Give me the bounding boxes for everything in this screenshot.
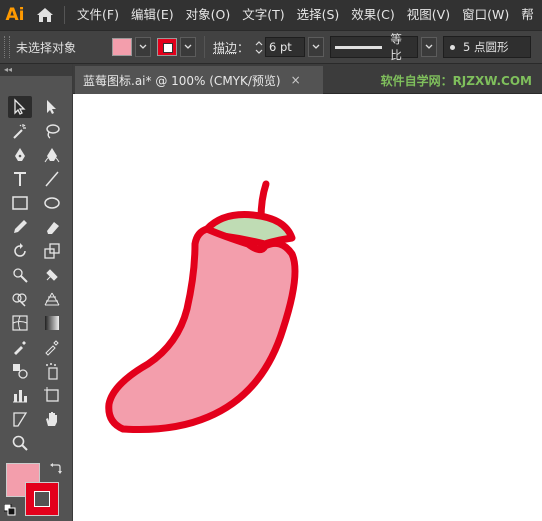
document-tab-bar: 蓝莓图标.ai* @ 100% (CMYK/预览) × 软件自学网：RJZXW.… [73, 64, 542, 94]
menu-separator [64, 6, 65, 24]
chevron-down-icon [425, 44, 433, 49]
swap-colors-icon[interactable] [48, 462, 62, 476]
app-logo: Ai [5, 5, 25, 25]
symbol-sprayer-icon[interactable] [40, 360, 64, 382]
document-title: 蓝莓图标.ai* @ 100% (CMYK/预览) [83, 73, 281, 88]
stroke-weight-field[interactable]: 6 pt [265, 37, 306, 57]
lasso-icon[interactable] [40, 120, 64, 142]
variable-width-profile-select[interactable]: 等比 [330, 32, 419, 62]
home-icon[interactable] [30, 0, 60, 30]
stroke-label[interactable]: 描边 [213, 39, 237, 56]
menu-bar: Ai 文件(F) 编辑(E) 对象(O) 文字(T) 选择(S) 效果(C) 视… [0, 0, 542, 30]
pen-tool-icon[interactable] [8, 144, 32, 166]
profile-dropdown-button[interactable] [421, 37, 438, 57]
fill-swatch[interactable] [112, 38, 132, 56]
perspective-grid-icon[interactable] [40, 288, 64, 310]
chili-body [105, 225, 299, 433]
control-separator [204, 36, 205, 58]
chevron-down-icon [139, 44, 147, 49]
eraser-tool-icon[interactable] [40, 216, 64, 238]
menu-help[interactable]: 帮 [515, 0, 540, 30]
artboard-canvas[interactable] [73, 94, 542, 521]
menu-file[interactable]: 文件(F) [71, 0, 125, 30]
gradient-tool-icon[interactable] [40, 312, 64, 334]
hand-tool-icon[interactable] [40, 408, 64, 430]
measure-tool-icon[interactable] [40, 336, 64, 358]
profile-line-preview [335, 45, 383, 49]
chili-pepper-artwork[interactable] [73, 94, 542, 521]
stroke-label-colon: ： [237, 40, 250, 55]
watermark-text: 软件自学网：RJZXW.COM [380, 74, 532, 88]
mesh-tool-icon[interactable] [8, 312, 32, 334]
puppet-warp-icon[interactable] [40, 264, 64, 286]
brush-definition-select[interactable]: 5 点圆形 [443, 36, 532, 58]
chevron-down-icon[interactable] [255, 49, 263, 54]
close-tab-icon[interactable]: × [291, 73, 301, 87]
eyedropper-icon[interactable] [8, 336, 32, 358]
stroke-swatch[interactable] [157, 38, 177, 56]
default-colors-icon[interactable] [4, 504, 16, 516]
type-tool-icon[interactable] [8, 168, 32, 190]
scale-tool-icon[interactable] [40, 240, 64, 262]
pencil-tool-icon[interactable] [8, 216, 32, 238]
tools-panel: ◂◂ [0, 64, 73, 521]
stroke-inner-swatch [34, 491, 50, 507]
magic-wand-icon[interactable] [8, 120, 32, 142]
menu-window[interactable]: 窗口(W) [456, 0, 515, 30]
ellipse-tool-icon[interactable] [40, 192, 64, 214]
panel-grip[interactable] [4, 36, 10, 58]
selection-tool-icon[interactable] [8, 96, 32, 118]
slice-tool-icon[interactable] [8, 408, 32, 430]
menu-object[interactable]: 对象(O) [180, 0, 237, 30]
toolbar-collapse[interactable]: ◂◂ [0, 64, 72, 76]
shape-builder-icon[interactable] [8, 288, 32, 310]
column-graph-icon[interactable] [8, 384, 32, 406]
brush-label: 5 点圆形 [463, 40, 509, 54]
stroke-dropdown-button[interactable] [180, 37, 196, 57]
chevron-up-icon[interactable] [255, 40, 263, 46]
direct-selection-tool-icon[interactable] [40, 96, 64, 118]
selection-status: 未选择对象 [16, 40, 77, 55]
warp-tool-icon[interactable] [8, 264, 32, 286]
blend-tool-icon[interactable] [8, 360, 32, 382]
stroke-color-box[interactable] [25, 482, 59, 516]
curvature-tool-icon[interactable] [40, 144, 64, 166]
fill-dropdown-button[interactable] [135, 37, 151, 57]
menu-type[interactable]: 文字(T) [236, 0, 290, 30]
line-tool-icon[interactable] [40, 168, 64, 190]
rotate-tool-icon[interactable] [8, 240, 32, 262]
document-tab[interactable]: 蓝莓图标.ai* @ 100% (CMYK/预览) × [75, 66, 323, 94]
profile-label: 等比 [390, 32, 402, 62]
zoom-tool-icon[interactable] [8, 432, 32, 454]
brush-dot-icon [450, 44, 456, 50]
rectangle-tool-icon[interactable] [8, 192, 32, 214]
menu-effect[interactable]: 效果(C) [345, 0, 400, 30]
stroke-weight-dropdown-button[interactable] [308, 37, 325, 57]
chevron-down-icon [312, 44, 320, 49]
menu-select[interactable]: 选择(S) [291, 0, 346, 30]
control-bar: 未选择对象 描边 ： 6 pt 等比 5 点圆形 [0, 30, 542, 64]
stroke-weight-spinner[interactable] [253, 36, 265, 58]
menu-edit[interactable]: 编辑(E) [125, 0, 180, 30]
artboard-tool-icon[interactable] [40, 384, 64, 406]
menu-view[interactable]: 视图(V) [401, 0, 456, 30]
chevron-down-icon [184, 44, 192, 49]
